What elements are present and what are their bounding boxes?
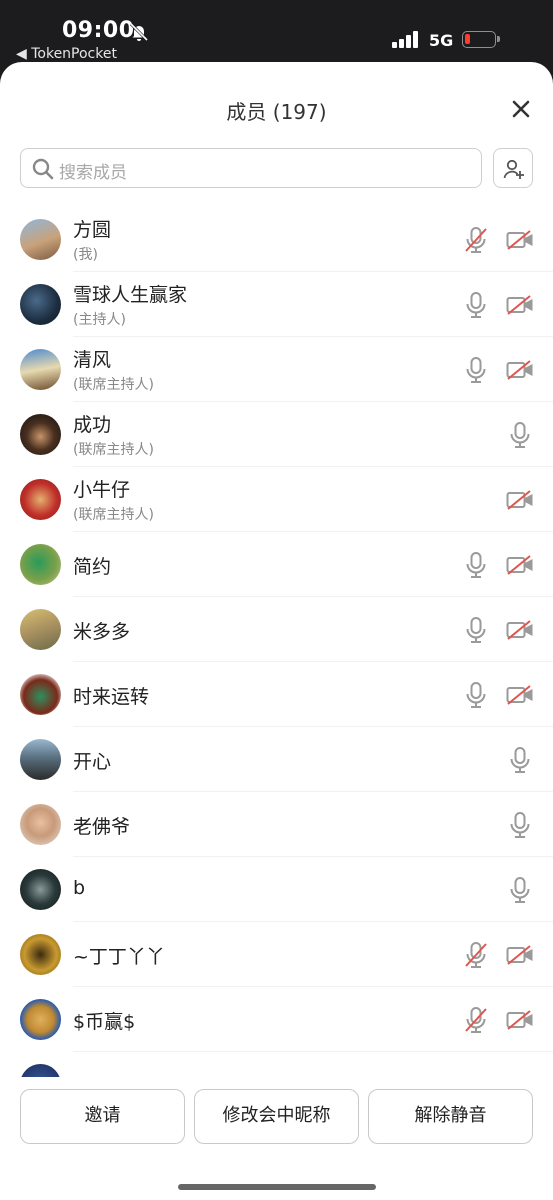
avatar bbox=[20, 479, 61, 520]
mic-muted-icon[interactable] bbox=[463, 1006, 489, 1034]
status-bar: 09:00 ◀ TokenPocket 5G bbox=[0, 0, 553, 64]
member-name: ~丁丁丫丫 bbox=[73, 946, 165, 968]
avatar bbox=[20, 934, 61, 975]
bell-muted-icon bbox=[129, 22, 149, 42]
member-name: 时来运转 bbox=[73, 686, 150, 708]
avatar bbox=[20, 349, 61, 390]
member-row[interactable]: 清风 (联席主持人) bbox=[0, 337, 553, 402]
member-name: 简约 bbox=[73, 556, 112, 578]
avatar bbox=[20, 674, 61, 715]
avatar bbox=[20, 219, 61, 260]
member-row[interactable]: 雪球人生赢家 (主持人) bbox=[0, 272, 553, 337]
mic-icon[interactable] bbox=[463, 616, 489, 644]
mic-icon[interactable] bbox=[463, 356, 489, 384]
camera-off-icon[interactable] bbox=[506, 619, 534, 641]
mic-icon[interactable] bbox=[507, 811, 533, 839]
member-role: (我) bbox=[73, 247, 98, 263]
member-row[interactable]: $币赢$ bbox=[0, 987, 553, 1052]
member-role: (主持人) bbox=[73, 312, 126, 328]
search-input[interactable]: 搜索成员 bbox=[20, 148, 482, 188]
mic-muted-icon[interactable] bbox=[463, 941, 489, 969]
member-name: 清风 bbox=[73, 349, 112, 371]
member-name: 雪球人生赢家 bbox=[73, 284, 188, 306]
search-icon bbox=[32, 158, 54, 180]
back-to-app-link[interactable]: ◀ TokenPocket bbox=[16, 46, 117, 62]
mic-icon[interactable] bbox=[463, 291, 489, 319]
camera-off-icon[interactable] bbox=[506, 229, 534, 251]
member-name: 米多多 bbox=[73, 621, 131, 643]
avatar bbox=[20, 414, 61, 455]
rename-nickname-button[interactable]: 修改会中昵称 bbox=[194, 1089, 359, 1144]
home-indicator bbox=[178, 1184, 376, 1190]
avatar bbox=[20, 609, 61, 650]
avatar bbox=[20, 999, 61, 1040]
member-row[interactable]: 米多多 bbox=[0, 597, 553, 662]
avatar bbox=[20, 869, 61, 910]
member-name: b bbox=[73, 877, 86, 899]
network-type: 5G bbox=[429, 31, 454, 50]
member-role: (联席主持人) bbox=[73, 377, 154, 393]
avatar bbox=[20, 1064, 61, 1077]
member-row[interactable]: 小牛仔 (联席主持人) bbox=[0, 467, 553, 532]
camera-off-icon[interactable] bbox=[506, 684, 534, 706]
member-row[interactable]: 简约 bbox=[0, 532, 553, 597]
member-row[interactable]: ~丁丁丫丫 bbox=[0, 922, 553, 987]
member-role: (联席主持人) bbox=[73, 507, 154, 523]
unmute-button[interactable]: 解除静音 bbox=[368, 1089, 533, 1144]
avatar bbox=[20, 739, 61, 780]
add-user-icon bbox=[503, 159, 524, 179]
mic-icon[interactable] bbox=[463, 551, 489, 579]
member-row[interactable]: 老佛爷 bbox=[0, 792, 553, 857]
status-time: 09:00 bbox=[62, 18, 135, 43]
member-row[interactable]: 时来运转 bbox=[0, 662, 553, 727]
member-row[interactable]: b bbox=[0, 857, 553, 922]
avatar bbox=[20, 284, 61, 325]
mic-muted-icon[interactable] bbox=[463, 226, 489, 254]
avatar bbox=[20, 544, 61, 585]
close-icon[interactable] bbox=[508, 96, 534, 122]
mic-icon[interactable] bbox=[507, 876, 533, 904]
mic-icon[interactable] bbox=[463, 681, 489, 709]
mic-icon[interactable] bbox=[507, 746, 533, 774]
member-row[interactable]: 成功 (联席主持人) bbox=[0, 402, 553, 467]
camera-off-icon[interactable] bbox=[506, 944, 534, 966]
member-row[interactable]: 开心 bbox=[0, 727, 553, 792]
search-placeholder: 搜索成员 bbox=[59, 163, 127, 183]
camera-off-icon[interactable] bbox=[506, 489, 534, 511]
camera-off-icon[interactable] bbox=[506, 554, 534, 576]
camera-off-icon[interactable] bbox=[506, 1009, 534, 1031]
member-role: (联席主持人) bbox=[73, 442, 154, 458]
member-name: 老佛爷 bbox=[73, 816, 131, 838]
battery-icon bbox=[462, 31, 500, 48]
invite-button[interactable]: 邀请 bbox=[20, 1089, 185, 1144]
mic-icon[interactable] bbox=[507, 421, 533, 449]
member-row[interactable]: 方圆 (我) bbox=[0, 207, 553, 272]
member-name: 成功 bbox=[73, 414, 112, 436]
camera-off-icon[interactable] bbox=[506, 359, 534, 381]
member-name: 方圆 bbox=[73, 219, 112, 241]
signal-strength-icon bbox=[392, 30, 422, 48]
add-member-button[interactable] bbox=[493, 148, 533, 188]
action-bar: 邀请 修改会中昵称 解除静音 bbox=[0, 1077, 553, 1200]
camera-off-icon[interactable] bbox=[506, 294, 534, 316]
member-name: $币赢$ bbox=[73, 1011, 136, 1033]
member-list: 方圆 (我) 雪球人生赢家 (主持人) 清风 (联席主持人) 成功 (联席主持人) 小牛仔 (联席… bbox=[0, 207, 553, 1077]
member-row-partial bbox=[0, 1052, 553, 1077]
avatar bbox=[20, 804, 61, 845]
member-name: 开心 bbox=[73, 751, 112, 773]
page-title: 成员 (197) bbox=[226, 100, 327, 124]
members-sheet: 成员 (197) 搜索成员 方圆 (我) 雪球人生赢家 (主持人) 清风 (联席主持人) 成… bbox=[0, 62, 553, 1200]
member-name: 小牛仔 bbox=[73, 479, 131, 501]
